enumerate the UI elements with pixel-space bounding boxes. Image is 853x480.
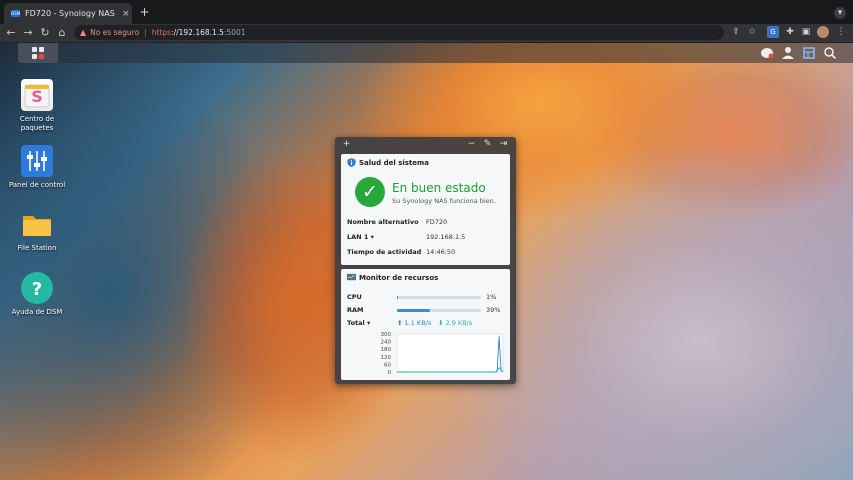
address-separator: | [144, 28, 147, 37]
dsm-taskbar [0, 43, 853, 63]
desktop-icon-label: Panel de control [8, 181, 66, 189]
network-total-dropdown[interactable]: Total ▾ [347, 319, 370, 327]
profile-avatar[interactable] [817, 26, 829, 38]
browser-tabstrip: DSM FD720 - Synology NAS × + ▾ [0, 0, 853, 24]
desktop-icon-package-center[interactable]: S Centro de paquetes [2, 79, 72, 133]
health-status: En buen estado [392, 181, 486, 195]
forward-icon[interactable]: → [21, 25, 35, 41]
network-chart: 300 240180 12060 0 [381, 332, 504, 376]
cpu-bar [397, 296, 481, 299]
help-icon: ? [21, 272, 53, 304]
new-tab-button[interactable]: + [138, 6, 151, 19]
y-tick-label: 0 [388, 370, 392, 376]
svg-text:S: S [31, 87, 43, 106]
tab-title: FD720 - Synology NAS [25, 9, 115, 18]
url-port: :5001 [223, 28, 246, 37]
tab-search-button[interactable]: ▾ [834, 7, 846, 19]
card-title: Salud del sistema [359, 159, 430, 167]
widget-header: + − ✎ ⇥ [335, 137, 516, 153]
home-icon[interactable]: ⌂ [55, 25, 69, 41]
lan-ip-value: 192.168.1.5 [426, 233, 466, 241]
reload-icon[interactable]: ↻ [38, 25, 52, 41]
warning-icon: ▲ [80, 28, 87, 37]
package-center-icon: S [21, 79, 53, 111]
download-rate-value: 2.9 KB/s [445, 319, 473, 327]
hostname-value: FD720 [426, 218, 448, 226]
health-status-sub: Su Synology NAS funciona bien. [392, 197, 496, 205]
translate-icon[interactable]: G [767, 26, 779, 38]
add-widget-icon[interactable]: + [341, 139, 352, 150]
url-scheme: https [151, 28, 172, 37]
chat-icon[interactable] [758, 44, 776, 62]
main-menu-icon [32, 47, 45, 60]
download-arrow-icon: ⬇ [438, 319, 444, 327]
hostname-label: Nombre alternativo [347, 218, 419, 226]
ram-label: RAM [347, 306, 364, 314]
bookmark-star-icon[interactable]: ☆ [746, 26, 758, 38]
desktop-icon-file-station[interactable]: File Station [2, 208, 72, 253]
share-icon[interactable]: ⇪ [730, 26, 742, 38]
sidepanel-icon[interactable]: ▣ [800, 26, 812, 38]
desktop-icon-label: File Station [17, 244, 57, 252]
desktop-icon-label: Ayuda de DSM [11, 308, 63, 316]
ram-percent: 39% [486, 306, 501, 314]
extensions-icon[interactable]: ✚ [784, 26, 796, 38]
browser-menu-icon[interactable]: ⋮ [835, 26, 847, 38]
y-tick-label: 240 [381, 340, 392, 346]
y-tick-label: 180 [381, 347, 392, 353]
y-tick-label: 60 [384, 362, 391, 368]
user-icon[interactable] [779, 44, 797, 62]
collapse-icon[interactable]: ⇥ [498, 139, 509, 150]
browser-toolbar: ← → ↻ ⌂ ▲ No es seguro | https://192.168… [0, 24, 853, 43]
search-icon[interactable] [821, 44, 839, 62]
not-secure-label[interactable]: No es seguro [90, 28, 139, 37]
uptime-label: Tiempo de actividad [347, 248, 422, 256]
address-bar[interactable]: ▲ No es seguro | https://192.168.1.5:500… [74, 25, 724, 40]
widgets-icon[interactable] [800, 44, 818, 62]
minimize-icon[interactable]: − [466, 139, 477, 150]
resource-monitor-card: Monitor de recursos CPU 1% RAM 39% Total… [341, 269, 510, 380]
system-health-card: Salud del sistema ✓ En buen estado Su Sy… [341, 154, 510, 265]
desktop-icon-control-panel[interactable]: Panel de control [2, 145, 72, 190]
y-tick-label: 300 [381, 332, 392, 338]
uptime-value: 14:46:50 [426, 248, 456, 256]
upload-arrow-icon: ⬆ [397, 319, 403, 327]
control-panel-icon [21, 145, 53, 177]
browser-tab[interactable]: DSM FD720 - Synology NAS × [4, 3, 132, 24]
y-tick-label: 120 [381, 355, 392, 361]
ram-bar-fill [397, 309, 430, 312]
checkmark-icon: ✓ [355, 177, 385, 207]
pin-icon[interactable]: ✎ [482, 139, 493, 150]
card-title: Monitor de recursos [359, 274, 439, 282]
folder-icon [21, 208, 53, 240]
monitor-icon [347, 273, 356, 281]
cpu-percent: 1% [486, 293, 497, 301]
url-host: ://192.168.1.5 [171, 28, 224, 37]
widget-panel: + − ✎ ⇥ Salud del sistema ✓ En buen esta… [335, 137, 516, 384]
cpu-bar-fill [397, 296, 398, 299]
desktop-icon-dsm-help[interactable]: ? Ayuda de DSM [2, 272, 72, 317]
chart-plot-area [396, 333, 504, 373]
upload-rate-value: 1.1 KB/s [404, 319, 432, 327]
download-rate: ⬇ 2.9 KB/s [438, 319, 472, 327]
lan-dropdown[interactable]: LAN 1 ▾ [347, 233, 374, 241]
close-tab-icon[interactable]: × [122, 9, 132, 19]
svg-text:?: ? [32, 279, 42, 300]
back-icon[interactable]: ← [4, 25, 18, 41]
cpu-label: CPU [347, 293, 362, 301]
synology-favicon-icon: DSM [11, 10, 21, 17]
desktop-icon-label: Centro de paquetes [19, 115, 55, 132]
ram-bar [397, 309, 481, 312]
upload-rate: ⬆ 1.1 KB/s [397, 319, 431, 327]
main-menu-button[interactable] [18, 43, 58, 63]
shield-info-icon [347, 158, 356, 167]
